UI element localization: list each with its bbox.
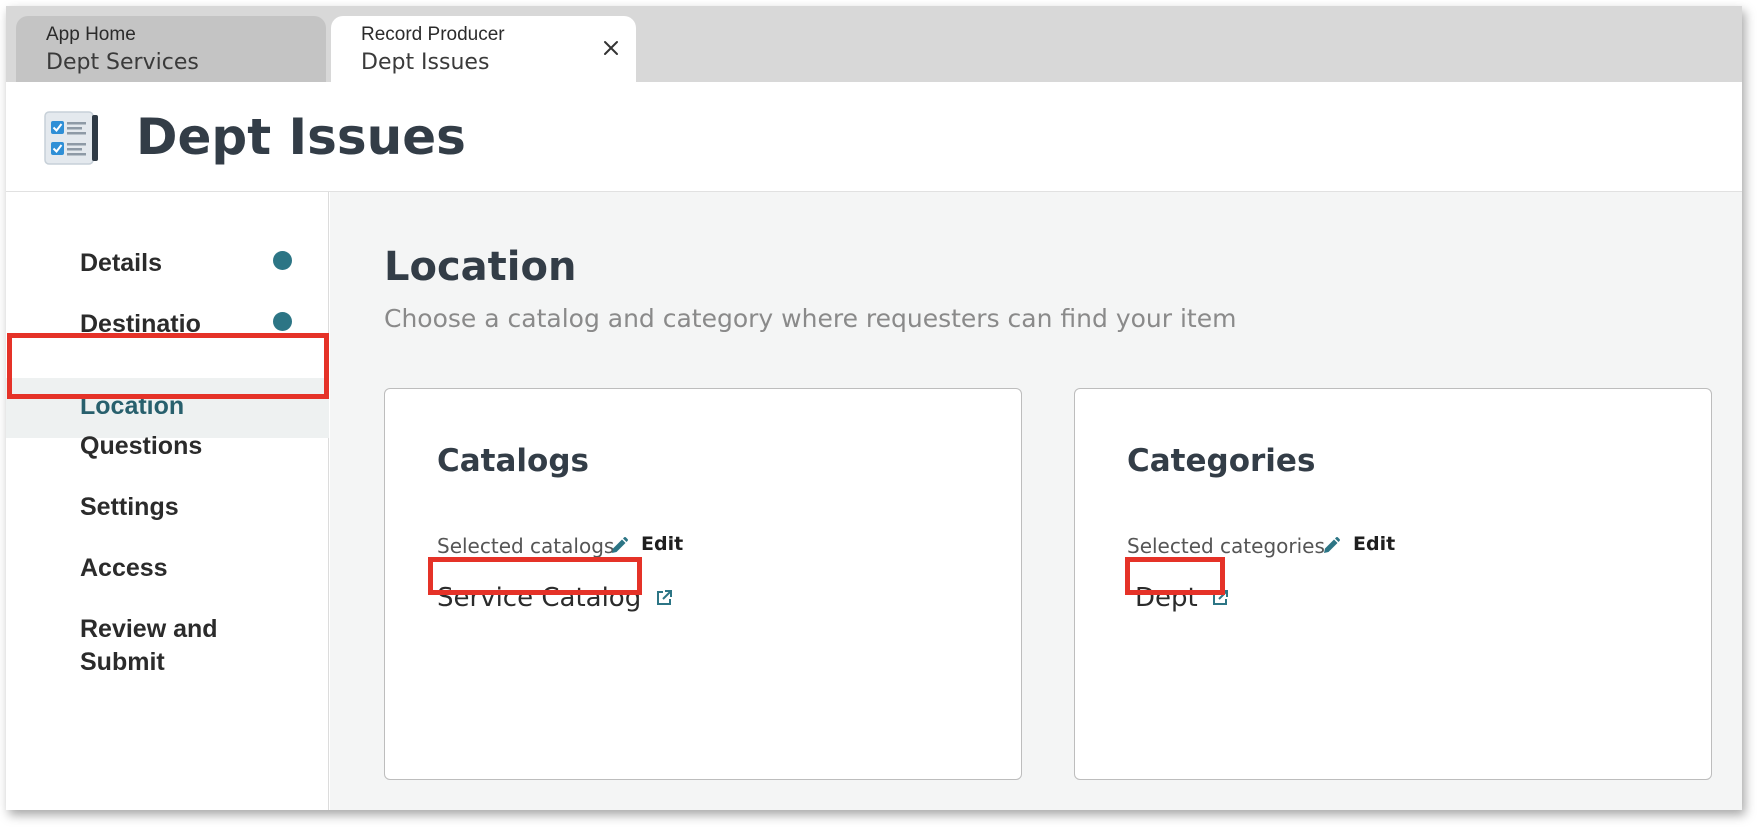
- sidebar-item-settings[interactable]: Settings: [6, 480, 329, 540]
- wizard-steps-sidebar: Details Destinatio Location Questions Se…: [6, 192, 329, 810]
- sidebar-item-details[interactable]: Details: [6, 235, 329, 295]
- page-header: Dept Issues: [6, 82, 1742, 192]
- sidebar-item-access[interactable]: Access: [6, 541, 329, 601]
- selected-category-link[interactable]: Dept: [1126, 579, 1229, 617]
- sidebar-item-label: Details: [80, 249, 162, 277]
- sidebar-item-label: Questions: [80, 432, 203, 460]
- page-title: Dept Issues: [136, 108, 466, 166]
- card-title: Catalogs: [437, 443, 589, 479]
- selected-categories-label: Selected categories: [1127, 534, 1325, 558]
- app-window: App Home Dept Services Record Producer D…: [6, 6, 1742, 810]
- close-icon[interactable]: [600, 37, 622, 59]
- sidebar-item-label: Access: [80, 554, 168, 582]
- external-link-icon: [1213, 590, 1229, 605]
- pencil-icon: [1324, 537, 1340, 553]
- edit-label: Edit: [1353, 533, 1396, 555]
- selected-catalog-value: Service Catalog: [437, 583, 642, 613]
- checklist-form-icon: [44, 111, 98, 165]
- sidebar-item-label: Settings: [80, 493, 179, 521]
- selected-catalog-link[interactable]: Service Catalog: [428, 579, 672, 617]
- tab-title: Dept Services: [46, 50, 199, 75]
- tab-app-home[interactable]: App Home Dept Services: [16, 16, 326, 82]
- card-title: Categories: [1127, 443, 1316, 479]
- sidebar-item-review-and-submit[interactable]: Review and Submit: [6, 602, 329, 678]
- selected-catalogs-label: Selected catalogs: [437, 534, 615, 558]
- catalogs-card: Catalogs Selected catalogs Edit Service …: [384, 388, 1022, 780]
- tab-bar: App Home Dept Services Record Producer D…: [6, 6, 1742, 82]
- pencil-icon: [612, 537, 628, 553]
- section-description: Choose a catalog and category where requ…: [384, 304, 1237, 333]
- step-complete-indicator: [273, 312, 292, 331]
- edit-label: Edit: [641, 533, 684, 555]
- main-content: Location Choose a catalog and category w…: [330, 192, 1742, 810]
- sidebar-item-questions[interactable]: Questions: [6, 419, 329, 479]
- section-title: Location: [384, 244, 577, 290]
- sidebar-item-destination[interactable]: Destinatio: [6, 296, 329, 356]
- sidebar-item-label: Review and Submit: [80, 615, 218, 676]
- step-complete-indicator: [273, 251, 292, 270]
- selected-category-value: Dept: [1135, 583, 1198, 613]
- categories-card: Categories Selected categories Edit Dept: [1074, 388, 1712, 780]
- tab-subtitle: Record Producer: [361, 24, 505, 45]
- tab-subtitle: App Home: [46, 24, 136, 45]
- sidebar-item-label: Destinatio: [80, 310, 201, 338]
- tab-record-producer[interactable]: Record Producer Dept Issues: [331, 16, 636, 82]
- external-link-icon: [656, 590, 672, 605]
- tab-title: Dept Issues: [361, 50, 490, 75]
